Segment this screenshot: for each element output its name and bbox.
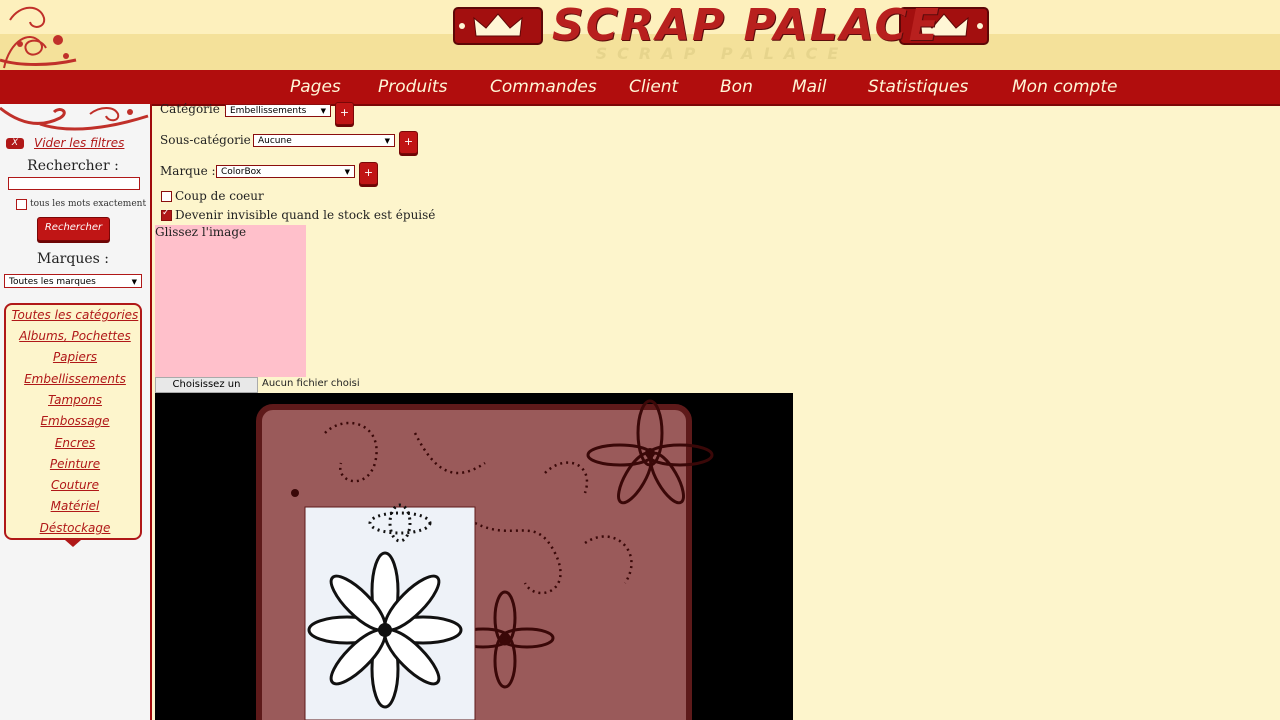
category-link[interactable]: Papiers (6, 350, 144, 364)
search-label: Rechercher : (27, 158, 119, 174)
add-brand-button[interactable]: + (359, 162, 378, 185)
add-subcategory-button[interactable]: + (399, 131, 418, 154)
image-drop-label: Glissez l'image (155, 225, 247, 239)
chevron-down-icon: ▼ (344, 168, 350, 176)
category-link[interactable]: Albums, Pochettes (6, 329, 144, 343)
nav-item-mon-compte[interactable]: Mon compte (1012, 70, 1117, 104)
logo-reflection: SCRAP PALACE (595, 44, 849, 63)
chevron-down-icon: ▼ (384, 137, 390, 145)
category-link[interactable]: Toutes les catégories (6, 308, 144, 322)
category-link[interactable]: Embellissements (6, 372, 144, 386)
site-header: SCRAP PALACE SCRAP PALACE (0, 0, 1280, 70)
subcategory-select[interactable]: Aucune ▼ (253, 134, 395, 147)
file-status: Aucun fichier choisi (262, 378, 360, 389)
category-select-value: Embellissements (230, 106, 307, 116)
category-link[interactable]: Encres (6, 436, 144, 450)
crown-tag-left-icon (453, 7, 543, 45)
product-image-preview (155, 393, 793, 720)
category-link[interactable]: Peinture (6, 457, 144, 471)
nav-item-produits[interactable]: Produits (378, 70, 447, 104)
chevron-down-icon: ▼ (131, 278, 137, 286)
category-box-pointer (65, 540, 81, 547)
choose-file-button[interactable]: Choisissez un fichier (155, 377, 258, 404)
exact-words-label: tous les mots exactement (30, 199, 147, 209)
add-category-button[interactable]: + (335, 102, 354, 125)
search-button[interactable]: Rechercher (37, 217, 110, 241)
nav-item-bon[interactable]: Bon (720, 70, 753, 104)
category-label: Catégorie : (160, 102, 228, 116)
nav-item-statistiques[interactable]: Statistiques (868, 70, 968, 104)
chevron-down-icon: ▼ (320, 107, 326, 115)
category-list: Toutes les catégories Albums, Pochettes … (4, 303, 142, 540)
nav-item-client[interactable]: Client (629, 70, 678, 104)
sidebar-ornament (0, 106, 149, 131)
brands-label: Marques : (37, 251, 109, 267)
invisible-when-out-of-stock-label: Devenir invisible quand le stock est épu… (175, 208, 436, 222)
brand-select[interactable]: ColorBox ▼ (216, 165, 355, 178)
stamp-pad-image (256, 399, 714, 720)
clear-filters-link[interactable]: Vider les filtres (34, 136, 124, 150)
category-link[interactable]: Embossage (6, 414, 144, 428)
subcategory-select-value: Aucune (258, 136, 292, 146)
category-select[interactable]: Embellissements ▼ (225, 104, 331, 117)
subcategory-label: Sous-catégorie : (160, 133, 259, 147)
nav-item-pages[interactable]: Pages (290, 70, 341, 104)
brand-filter-select[interactable]: Toutes les marques ▼ (4, 274, 142, 288)
clear-filters-icon[interactable]: X (6, 138, 24, 149)
favorite-label: Coup de coeur (175, 189, 264, 203)
invisible-when-out-of-stock-checkbox[interactable] (161, 208, 172, 221)
nav-item-commandes[interactable]: Commandes (490, 70, 597, 104)
image-drop-zone[interactable] (155, 225, 306, 377)
exact-words-checkbox[interactable] (16, 199, 27, 210)
nav-item-mail[interactable]: Mail (792, 70, 827, 104)
brand-filter-value: Toutes les marques (9, 277, 96, 287)
category-link[interactable]: Matériel (6, 499, 144, 513)
favorite-checkbox[interactable] (161, 191, 172, 202)
category-link[interactable]: Tampons (6, 393, 144, 407)
search-input[interactable] (8, 177, 140, 190)
brand-select-value: ColorBox (221, 167, 262, 177)
category-link[interactable]: Déstockage (6, 521, 144, 535)
decorative-swirl (0, 6, 77, 69)
category-link[interactable]: Couture (6, 478, 144, 492)
brand-label: Marque : (160, 164, 216, 178)
main-nav: Pages Produits Commandes Client Bon Mail… (0, 70, 1280, 106)
